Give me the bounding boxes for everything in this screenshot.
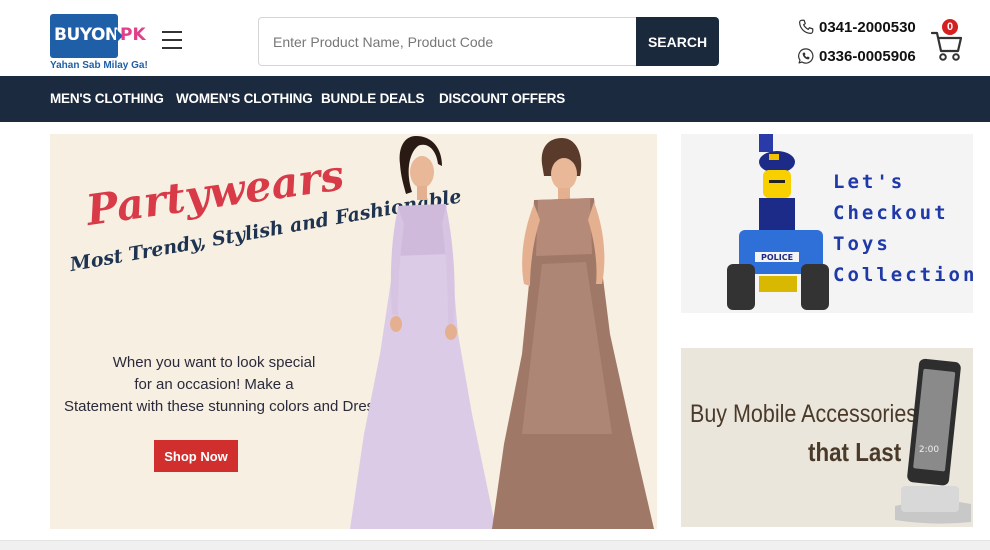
logo-suffix: PK — [120, 25, 146, 45]
hamburger-icon[interactable] — [162, 31, 182, 49]
whatsapp-number: 0336-0005906 — [819, 47, 916, 65]
nav-item-womens-clothing[interactable]: WOMEN'S CLOTHING — [176, 76, 313, 122]
toy-label: POLICE — [761, 253, 793, 262]
cart-button[interactable]: 0 — [931, 19, 963, 63]
toys-line: Checkout — [833, 202, 949, 224]
model-mauve-gown-image — [492, 138, 654, 529]
phone-icon — [799, 19, 814, 34]
whatsapp-icon — [798, 48, 814, 64]
phone-dock-image: 2:00 — [895, 358, 971, 524]
logo-wordmark: BUYON — [54, 25, 119, 45]
mobile-accessories-banner[interactable]: Buy Mobile Accessories that Last 2:00 — [681, 348, 973, 527]
hero-banner[interactable]: Partywears Most Trendy, Stylish and Fash… — [50, 134, 657, 529]
phone-clock-text: 2:00 — [919, 445, 939, 455]
hero-body-line: When you want to look special — [112, 354, 316, 371]
hero-description: When you want to look special for an occ… — [64, 352, 406, 418]
footer-strip — [0, 540, 990, 550]
nav-item-mens-clothing[interactable]: MEN'S CLOTHING — [50, 76, 164, 122]
phone-contact[interactable]: 0341-2000530 — [797, 16, 916, 38]
main-navbar: MEN'S CLOTHING WOMEN'S CLOTHING BUNDLE D… — [0, 76, 990, 122]
whatsapp-contact[interactable]: 0336-0005906 — [797, 45, 916, 67]
mobile-subheadline: that Last — [808, 437, 902, 467]
nav-item-discount-offers[interactable]: DISCOUNT OFFERS — [439, 76, 565, 122]
logo-tagline: Yahan Sab Milay Ga! — [50, 60, 148, 71]
toys-line: Toys — [833, 233, 891, 255]
site-header: BUYON PK Yahan Sab Milay Ga! SEARCH 0341… — [0, 0, 990, 76]
mobile-headline: Buy Mobile Accessories — [690, 400, 918, 428]
shop-now-button[interactable]: Shop Now — [154, 440, 238, 472]
search-input[interactable] — [258, 17, 638, 66]
toys-line: Collection — [833, 264, 973, 286]
toys-headline: Let's Checkout Toys Collection — [833, 167, 973, 291]
search-button[interactable]: SEARCH — [636, 17, 719, 66]
police-toy-image: POLICE — [727, 134, 829, 310]
toys-collection-banner[interactable]: POLICE Let's Checkout Toys Collection — [681, 134, 973, 313]
hero-body-line: for an occasion! Make a — [134, 376, 294, 393]
nav-item-bundle-deals[interactable]: BUNDLE DEALS — [321, 76, 425, 122]
brand-logo[interactable]: BUYON PK Yahan Sab Milay Ga! — [50, 14, 148, 74]
toys-line: Let's — [833, 171, 906, 193]
phone-number: 0341-2000530 — [819, 18, 916, 36]
cart-count-badge: 0 — [942, 19, 958, 35]
hero-body-line: Statement with these stunning colors and… — [64, 398, 406, 415]
